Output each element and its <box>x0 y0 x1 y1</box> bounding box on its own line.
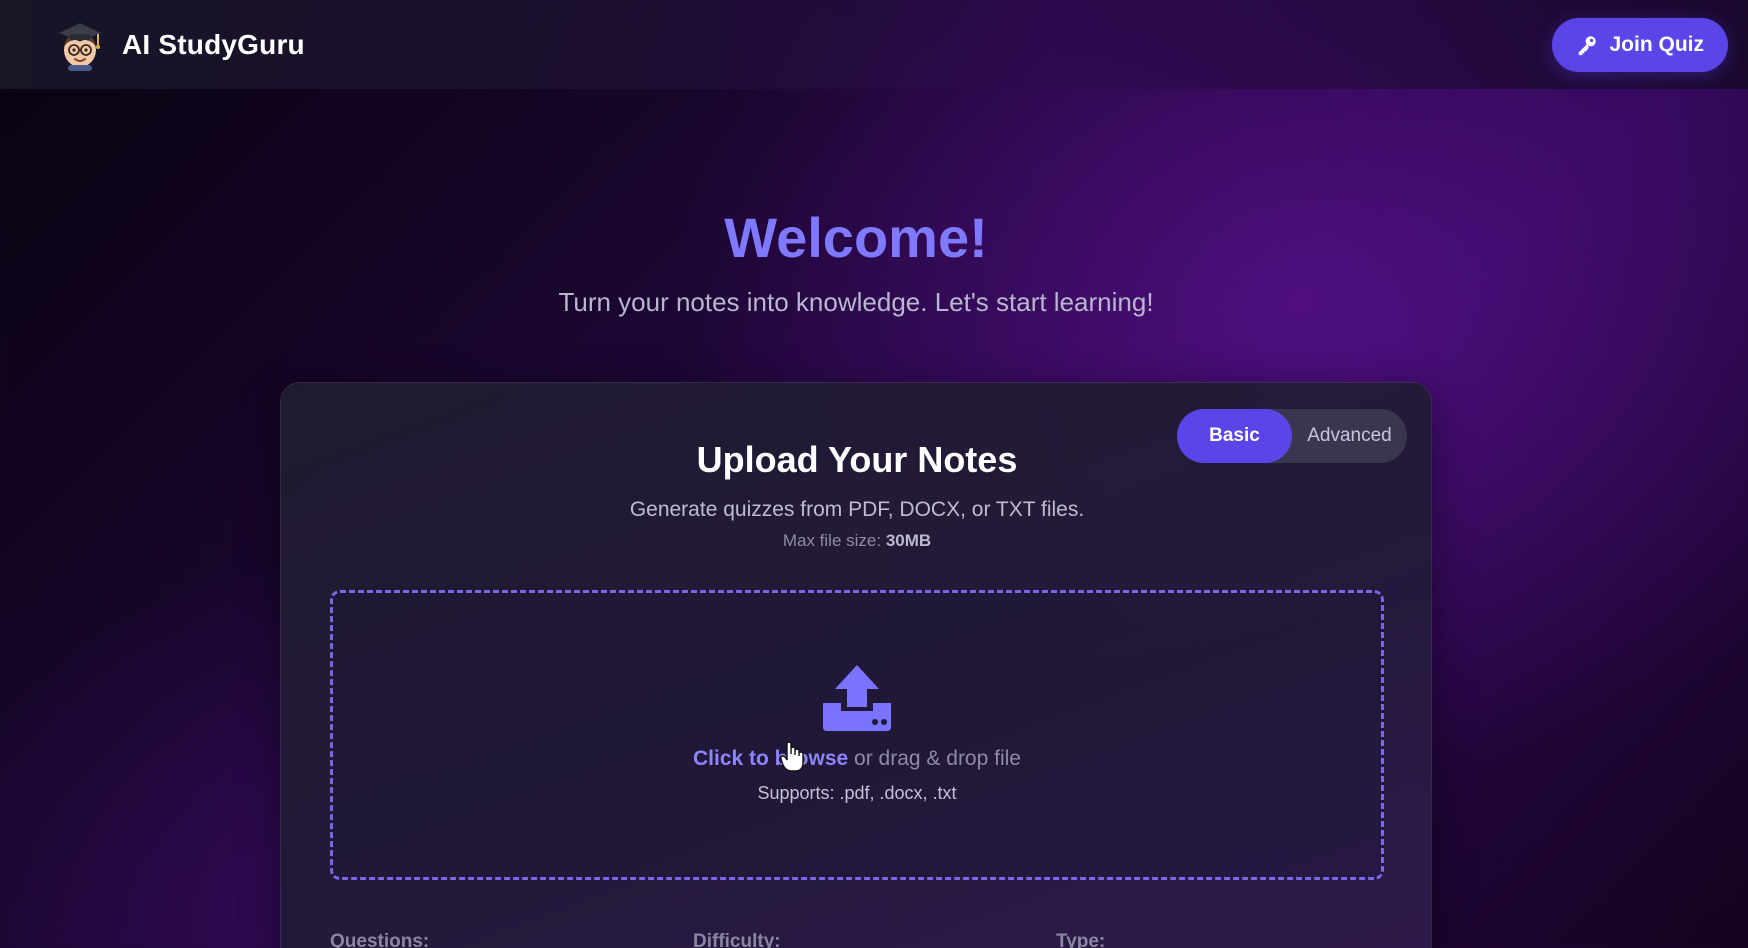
join-quiz-button[interactable]: Join Quiz <box>1551 17 1728 72</box>
upload-title: Upload Your Notes <box>696 439 1018 480</box>
difficulty-label: Difficulty: <box>693 931 781 948</box>
welcome-subtitle: Turn your notes into knowledge. Let's st… <box>558 287 1154 317</box>
top-nav: AI StudyGuru Join Quiz <box>0 0 1748 89</box>
drag-drop-text: or drag & drop file <box>854 747 1021 770</box>
max-file-size-label: Max file size: <box>782 531 882 550</box>
upload-icon <box>823 665 891 731</box>
max-file-size: Max file size: 30MB <box>281 531 1433 551</box>
key-icon <box>1578 35 1596 55</box>
hand-cursor-icon <box>780 741 804 772</box>
file-dropzone[interactable]: Click to browse or drag & drop file Supp… <box>330 590 1384 880</box>
upload-card: Basic Advanced Upload Your Notes Generat… <box>280 382 1432 948</box>
dropzone-instructions: Click to browse or drag & drop file <box>333 747 1381 771</box>
questions-label: Questions: <box>330 931 430 948</box>
upload-description: Generate quizzes from PDF, DOCX, or TXT … <box>629 498 1085 521</box>
student-mascot-logo <box>56 21 104 71</box>
join-quiz-label: Join Quiz <box>1609 32 1705 56</box>
brand-name: AI StudyGuru <box>122 28 305 60</box>
welcome-title: Welcome! <box>724 206 988 269</box>
type-label: Type: <box>1056 931 1106 948</box>
browse-link[interactable]: Click to browse <box>693 747 848 770</box>
brand[interactable]: AI StudyGuru <box>54 19 305 71</box>
supported-formats: Supports: .pdf, .docx, .txt <box>757 783 957 803</box>
max-file-size-value: 30MB <box>885 531 932 550</box>
